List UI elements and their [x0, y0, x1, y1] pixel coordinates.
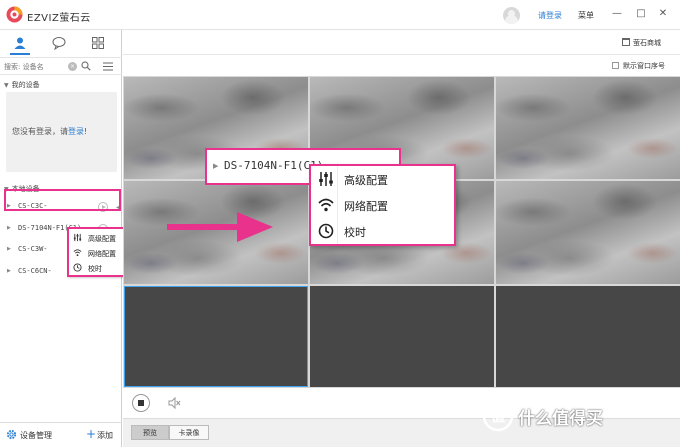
sliders-icon	[319, 172, 333, 186]
device-name: CS-C3W-	[18, 245, 48, 253]
chat-icon[interactable]	[52, 36, 66, 50]
stop-icon[interactable]	[132, 394, 150, 412]
caret-down-icon: ▼	[4, 82, 9, 89]
caret-right-icon: ▶	[7, 225, 11, 231]
search-input[interactable]	[4, 61, 72, 72]
show-window-number-checkbox[interactable]	[612, 62, 619, 69]
watermark-text: 什么值得买	[518, 409, 603, 429]
left-footer: 设备管理 + 添加	[0, 422, 122, 447]
clock-icon	[318, 223, 334, 239]
gear-icon[interactable]	[6, 429, 17, 440]
toolbar-divider	[123, 54, 680, 55]
maximize-icon[interactable]: □	[634, 7, 648, 21]
wifi-icon	[318, 198, 334, 212]
tab-preview[interactable]: 预览	[131, 425, 169, 440]
avatar[interactable]	[503, 7, 520, 24]
login-prompt-link[interactable]: 登录	[68, 127, 84, 136]
close-icon[interactable]: ✕	[656, 7, 670, 21]
grid-icon[interactable]	[91, 36, 105, 50]
mute-icon[interactable]	[167, 396, 181, 410]
login-link[interactable]: 请登录	[538, 10, 562, 21]
store-icon[interactable]	[622, 38, 630, 46]
tab-card-recording[interactable]: 卡录像	[169, 425, 209, 440]
sliders-icon	[73, 233, 82, 242]
minimize-icon[interactable]: —	[610, 7, 624, 21]
login-prompt: 您没有登录，请登录!	[6, 92, 117, 172]
arrow-icon	[167, 212, 273, 242]
menu-item-advanced-config[interactable]: 高级配置	[311, 166, 454, 192]
app-title: EZVIZ萤石云	[27, 13, 91, 24]
video-cell-selected[interactable]	[124, 286, 308, 387]
search-bar: ×	[0, 57, 122, 75]
watermark-logo-icon: 值	[482, 400, 514, 432]
device-row-highlight	[4, 189, 121, 211]
user-icon[interactable]	[13, 36, 27, 50]
wifi-icon	[73, 249, 82, 257]
menu-item-network-config[interactable]: 网络配置	[311, 192, 454, 218]
caret-right-icon: ▶	[7, 246, 11, 252]
add-device-button[interactable]: 添加	[97, 430, 113, 441]
device-context-menu-zoomed: 高级配置 网络配置 校时	[309, 164, 456, 246]
clear-icon[interactable]: ×	[68, 62, 77, 71]
clock-icon	[73, 263, 82, 272]
list-icon[interactable]	[102, 61, 114, 72]
ezviz-logo-icon	[6, 6, 23, 23]
title-bar: EZVIZ萤石云 请登录 菜单 — □ ✕	[0, 0, 680, 30]
my-devices-title[interactable]: ▼ 我的设备	[4, 80, 40, 90]
menu-item-time-sync[interactable]: 校时	[311, 218, 454, 244]
svg-text:值: 值	[491, 408, 505, 425]
video-cell[interactable]	[496, 286, 680, 387]
device-manage-button[interactable]: 设备管理	[20, 430, 52, 441]
show-window-number-label: 默示窗口序号	[623, 62, 665, 70]
device-name: CS-C6CN-	[18, 267, 52, 275]
active-tab-indicator	[10, 53, 30, 55]
search-icon[interactable]	[81, 61, 91, 71]
caret-right-icon: ▶	[213, 162, 219, 170]
plus-icon[interactable]: +	[86, 428, 96, 440]
caret-right-icon: ▶	[7, 268, 11, 274]
video-cell[interactable]	[496, 77, 680, 179]
video-cell[interactable]	[496, 181, 680, 284]
video-cell[interactable]	[310, 286, 494, 387]
store-link[interactable]: 萤石商城	[633, 38, 661, 48]
menu-button[interactable]: 菜单	[578, 10, 594, 21]
